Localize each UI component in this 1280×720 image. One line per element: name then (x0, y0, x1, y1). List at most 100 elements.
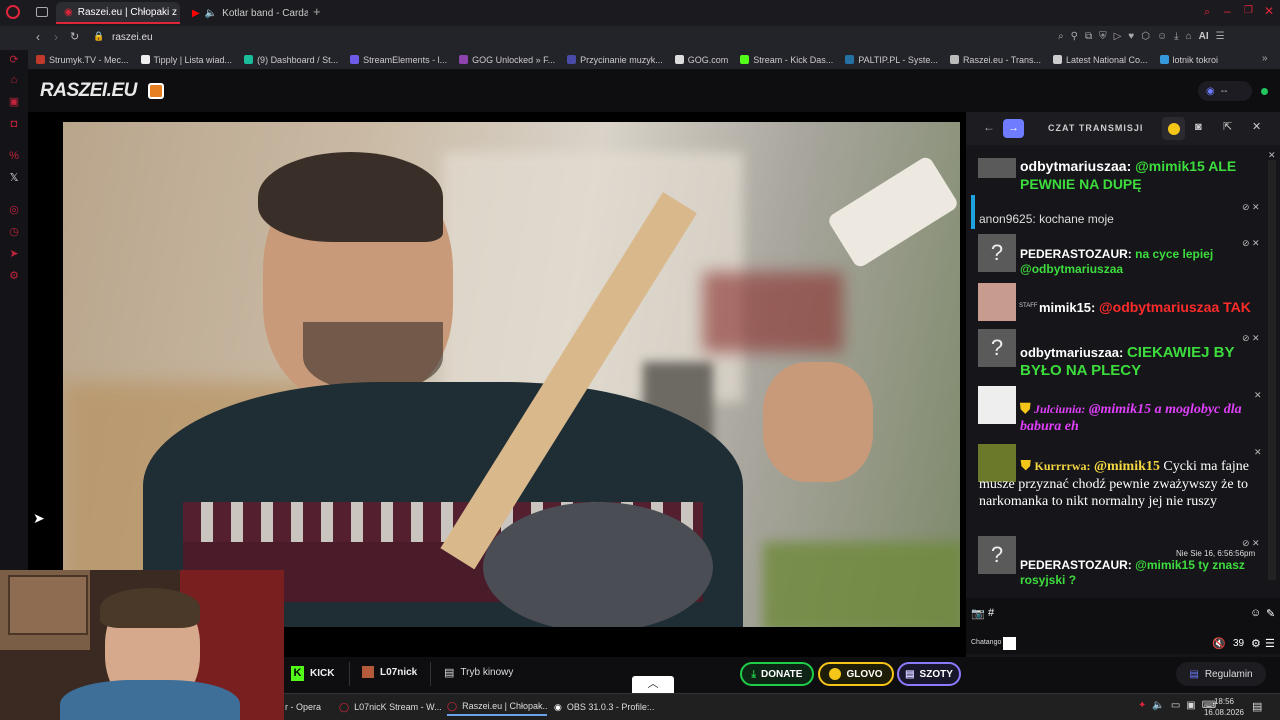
volume-icon[interactable]: 🔈 (1152, 700, 1164, 711)
camera-icon[interactable]: 📷 (971, 607, 985, 620)
avatar: ? (978, 234, 1016, 272)
bookmark-item[interactable]: GOG.com (669, 55, 735, 65)
chat-input-prefix[interactable]: # (988, 607, 994, 619)
settings-icon[interactable]: ⚙ (1251, 637, 1261, 650)
send-icon[interactable]: ➤ (8, 248, 20, 260)
url-field[interactable]: raszei.eu (112, 32, 153, 43)
zoom-icon[interactable]: ⌕ (1058, 31, 1064, 42)
bookmark-item[interactable]: Stream - Kick Das... (734, 55, 839, 65)
network-icon[interactable]: ▭ (1171, 700, 1180, 711)
mod-icon[interactable]: ⊘ ✕ (1242, 538, 1260, 549)
mod-icon[interactable]: ⊘ ✕ (1242, 238, 1260, 249)
bookmark-item[interactable]: Raszei.eu - Trans... (944, 55, 1047, 65)
bookmark-item[interactable]: PALTIP.PL - Syste... (839, 55, 944, 65)
tray-app-icon[interactable]: ✦ (1138, 700, 1146, 711)
reload-icon[interactable]: ↻ (70, 30, 79, 43)
mute-icon[interactable]: 🔇 (1212, 637, 1226, 650)
new-tab-button[interactable]: + (313, 5, 321, 18)
clock[interactable]: 18:56 16.08.2026 (1202, 696, 1246, 718)
bookmark-item[interactable]: Tipply | Lista wiad... (135, 55, 239, 65)
bag-icon[interactable]: ⌂ (8, 74, 20, 86)
bookmark-item[interactable]: lotnik tokroi (1154, 55, 1225, 65)
profile-icon[interactable]: ☺ (1157, 31, 1167, 42)
shield-icon[interactable]: ⛨ (1099, 31, 1107, 42)
notification-icon[interactable]: ▤ (1252, 700, 1262, 713)
heart-icon[interactable]: ♥ (1128, 31, 1134, 42)
maximize-button[interactable]: ❐ (1244, 5, 1253, 16)
user-box[interactable] (1003, 637, 1016, 650)
close-window-button[interactable]: ✕ (1264, 4, 1274, 18)
pin-icon[interactable]: ⚲ (1071, 31, 1078, 42)
chat-username[interactable]: PEDERASTOZAUR: (1020, 558, 1132, 572)
taskbar-item[interactable]: r - Opera (285, 698, 333, 716)
bookmark-item[interactable]: Strumyk.TV - Mec... (30, 55, 135, 65)
tab-kotlar[interactable]: ▶ 🔈 Kotlar band - Cardas M (184, 2, 308, 24)
chat-username[interactable]: Kurrrrwa: (1035, 459, 1091, 473)
bookmark-item[interactable]: Latest National Co... (1047, 55, 1154, 65)
mod-icon[interactable]: ✕ (1254, 447, 1262, 458)
extensions-icon[interactable]: ⬡ (1141, 31, 1150, 42)
bookmark-item[interactable]: StreamElements - l... (344, 55, 453, 65)
chat-back-icon[interactable]: ← (983, 120, 995, 134)
menu-icon[interactable]: ☰ (1216, 31, 1225, 42)
chat-username[interactable]: mimik15: (1039, 300, 1095, 315)
taskbar-item[interactable]: ◯ Raszei.eu | Chłopak... (447, 698, 547, 716)
chat-input[interactable] (998, 604, 1248, 624)
kick-button[interactable]: K KICK (291, 666, 334, 681)
bookmark-item[interactable]: (9) Dashboard / St... (238, 55, 344, 65)
rules-button[interactable]: ▤ Regulamin (1176, 662, 1266, 686)
popout-icon[interactable]: ⇱ (1223, 120, 1232, 133)
bookmark-item[interactable]: Przycinanie muzyk... (561, 55, 669, 65)
x-twitter-icon[interactable]: 𝕏 (8, 172, 20, 184)
taskbar-item[interactable]: ◯ L07nicK Stream - W... (339, 698, 441, 716)
cinema-mode-button[interactable]: ▤ Tryb kinowy (444, 666, 513, 679)
close-chat-icon[interactable]: ✕ (1252, 120, 1261, 133)
history-icon[interactable]: ◷ (8, 226, 20, 238)
site-logo[interactable]: RASZEI.EU (40, 80, 137, 102)
camera-icon[interactable]: ⌂ (1186, 31, 1192, 42)
expand-up-icon[interactable]: ︿ (632, 676, 674, 693)
channel-button[interactable]: L07nick (362, 666, 417, 678)
download-icon[interactable]: ⤓ (1174, 31, 1178, 42)
chat-username[interactable]: Julciunia: (1034, 402, 1085, 416)
taskbar-item[interactable]: ◉ OBS 31.0.3 - Profile:... (554, 698, 654, 716)
bookmarks-overflow-icon[interactable]: » (1262, 53, 1268, 64)
wallet-icon[interactable]: % (8, 150, 20, 162)
speed-dial-icon[interactable]: ⟳ (8, 54, 20, 66)
minimize-button[interactable]: – (1224, 4, 1231, 18)
video-frame[interactable] (63, 122, 960, 627)
chat-menu-icon[interactable]: ☰ (1265, 637, 1275, 650)
mod-icon[interactable]: ✕ (1254, 390, 1262, 401)
discord-icon[interactable]: ◙ (1195, 121, 1202, 133)
edit-icon[interactable]: ✎ (1266, 607, 1275, 620)
player-icon[interactable]: ◎ (8, 204, 20, 216)
chat-mention[interactable]: @mimik15 (1094, 459, 1160, 474)
opera-logo-icon[interactable] (6, 5, 20, 19)
search-tabs-icon[interactable]: ⌕ (1204, 6, 1210, 19)
chat-username[interactable]: odbytmariuszaa: (1020, 345, 1123, 360)
snapshot-icon[interactable]: ⧉ (1085, 31, 1092, 42)
badge-icon[interactable] (148, 83, 164, 99)
tray-icon[interactable]: ▣ (1186, 700, 1195, 711)
bookmark-item[interactable]: GOG Unlocked » F... (453, 55, 561, 65)
mod-icon[interactable]: ⊘ ✕ (1242, 333, 1260, 344)
instagram-icon[interactable]: ◘ (8, 118, 20, 130)
ai-button[interactable]: AI (1199, 31, 1209, 42)
tab-menu-icon[interactable] (36, 7, 48, 17)
messenger-icon[interactable]: ▣ (8, 96, 20, 108)
chat-forward-icon[interactable]: → (1003, 119, 1024, 138)
play-icon[interactable]: ▷ (1114, 31, 1122, 42)
glovo-button[interactable]: GLOVO (818, 662, 894, 686)
chat-username[interactable]: PEDERASTOZAUR: (1020, 247, 1132, 261)
coin-button[interactable] (1162, 117, 1185, 140)
settings-icon[interactable]: ⚙ (8, 270, 20, 282)
back-icon[interactable]: ‹ (36, 30, 40, 44)
chat-username[interactable]: odbytmariuszaa: (1020, 158, 1131, 174)
emoji-icon[interactable]: ☺ (1250, 607, 1261, 619)
tab-raszei[interactable]: ◉ Raszei.eu | Chłopaki z B (56, 2, 180, 24)
chatango-label[interactable]: Chatango (971, 639, 1001, 646)
chat-username[interactable]: anon9625: (979, 212, 1036, 226)
szoty-button[interactable]: ▤ SZOTY (897, 662, 961, 686)
forward-icon[interactable]: › (54, 30, 58, 44)
donate-button[interactable]: ⤓ DONATE (740, 662, 814, 686)
